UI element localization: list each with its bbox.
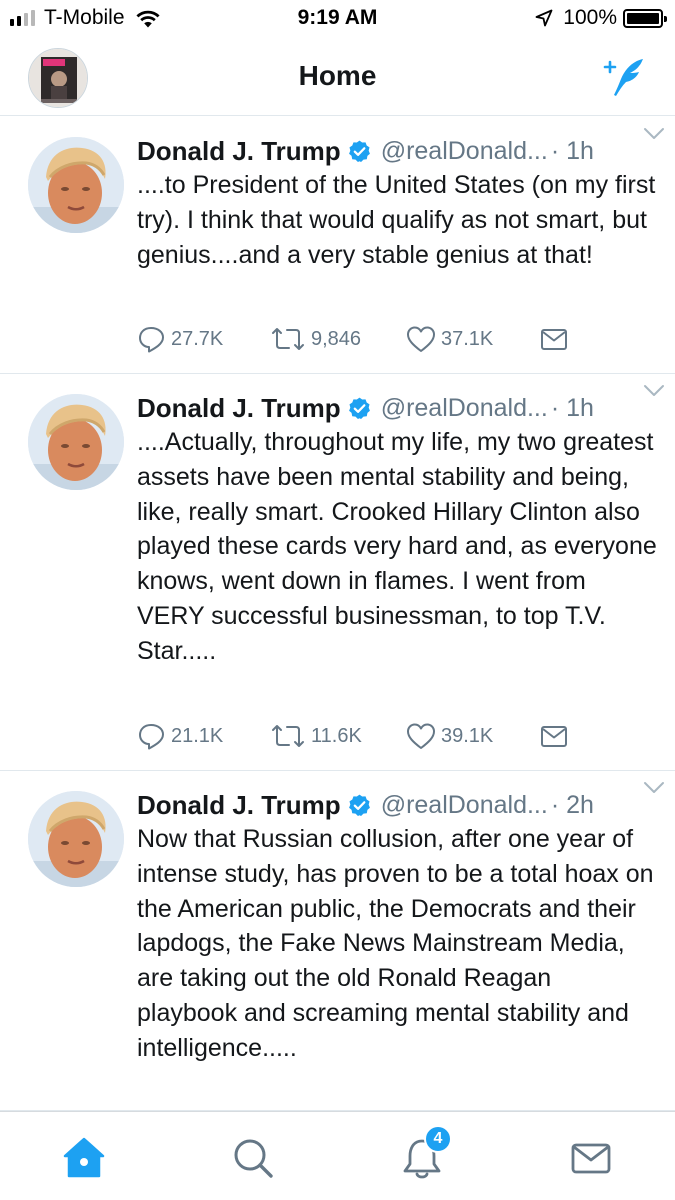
- direct-message-button[interactable]: [539, 322, 573, 356]
- avatar-image: [28, 137, 124, 233]
- retweet-icon: [272, 328, 304, 350]
- tweet-actions: 21.1K 11.6K 39.1K: [137, 719, 637, 753]
- messages-tab-icon: [571, 1143, 611, 1174]
- tweet-text: ....Actually, throughout my life, my two…: [137, 428, 657, 665]
- tab-bar: 4: [0, 1111, 675, 1200]
- author-handle: @realDonald...: [380, 136, 548, 165]
- tweet[interactable]: Donald J. Trump @realDonald... · 1h ....Act…: [0, 374, 675, 771]
- verified-badge-icon: [348, 397, 370, 419]
- tweet-timestamp: · 1h: [550, 136, 594, 165]
- battery-percentage: 100%: [563, 6, 617, 29]
- tab-messages[interactable]: [565, 1132, 617, 1184]
- reply-button[interactable]: 27.7K: [137, 322, 223, 356]
- retweet-count: 11.6K: [311, 724, 362, 747]
- tweet[interactable]: Donald J. Trump @realDonald... · 1h ....to …: [0, 117, 675, 374]
- direct-message-icon: [541, 329, 567, 350]
- reply-count: 27.7K: [171, 327, 224, 350]
- notification-badge: 4: [424, 1125, 452, 1153]
- home-tab-icon: [63, 1137, 105, 1178]
- status-bar-right: 100%: [535, 6, 667, 30]
- like-count: 37.1K: [441, 327, 494, 350]
- chevron-down-icon[interactable]: [643, 127, 665, 141]
- tab-home[interactable]: [58, 1132, 110, 1184]
- like-heart-icon: [407, 723, 435, 749]
- tweet-timestamp: · 2h: [550, 790, 594, 819]
- reply-icon: [139, 327, 164, 353]
- tab-notifications[interactable]: 4: [396, 1125, 452, 1184]
- compose-tweet-icon[interactable]: [599, 55, 651, 99]
- verified-badge-icon: [348, 794, 370, 816]
- battery-icon: [623, 8, 667, 28]
- reply-icon: [139, 724, 164, 750]
- author-avatar[interactable]: [28, 137, 124, 233]
- like-count: 39.1K: [441, 724, 494, 747]
- reply-button[interactable]: 21.1K: [137, 719, 223, 753]
- retweet-icon: [272, 725, 304, 747]
- author-name[interactable]: Donald J. Trump: [137, 790, 341, 821]
- tweet-actions: 27.7K 9,846 37.1K: [137, 322, 637, 356]
- direct-message-button[interactable]: [539, 719, 573, 753]
- retweet-button[interactable]: 9,846: [269, 322, 361, 356]
- tweet-text: Now that Russian collusion, after one ye…: [137, 825, 654, 1062]
- like-heart-icon: [407, 326, 435, 352]
- chevron-down-icon[interactable]: [643, 781, 665, 795]
- battery-fill: [627, 12, 659, 24]
- location-arrow-icon: [535, 9, 553, 27]
- retweet-button[interactable]: 11.6K: [269, 719, 362, 753]
- reply-count: 21.1K: [171, 724, 224, 747]
- verified-badge-icon: [348, 140, 370, 162]
- chevron-down-icon[interactable]: [643, 384, 665, 398]
- like-button[interactable]: 37.1K: [405, 322, 493, 356]
- author-avatar[interactable]: [28, 394, 124, 490]
- like-button[interactable]: 39.1K: [405, 719, 493, 753]
- nav-header: Home: [0, 38, 675, 116]
- author-avatar[interactable]: [28, 791, 124, 887]
- author-name[interactable]: Donald J. Trump: [137, 393, 341, 424]
- direct-message-icon: [541, 726, 567, 747]
- status-bar: T-Mobile 9:19 AM 100%: [0, 0, 675, 38]
- page-title: Home: [298, 60, 377, 91]
- tweet-header: Donald J. Trump @realDonald... · 1h: [137, 391, 657, 425]
- avatar-image: [28, 394, 124, 490]
- tweet-header: Donald J. Trump @realDonald... · 1h: [137, 134, 657, 168]
- tweet-text: ....to President of the United States (o…: [137, 171, 656, 269]
- author-name[interactable]: Donald J. Trump: [137, 136, 341, 167]
- tweet[interactable]: Donald J. Trump @realDonald... · 2h Now tha…: [0, 771, 675, 1111]
- tab-search[interactable]: [227, 1132, 279, 1184]
- avatar-image: [28, 791, 124, 887]
- author-handle: @realDonald...: [380, 393, 548, 422]
- search-tab-icon: [234, 1139, 273, 1178]
- retweet-count: 9,846: [311, 327, 362, 350]
- tweet-timestamp: · 1h: [550, 393, 594, 422]
- tweet-header: Donald J. Trump @realDonald... · 2h: [137, 788, 657, 822]
- author-handle: @realDonald...: [380, 790, 548, 819]
